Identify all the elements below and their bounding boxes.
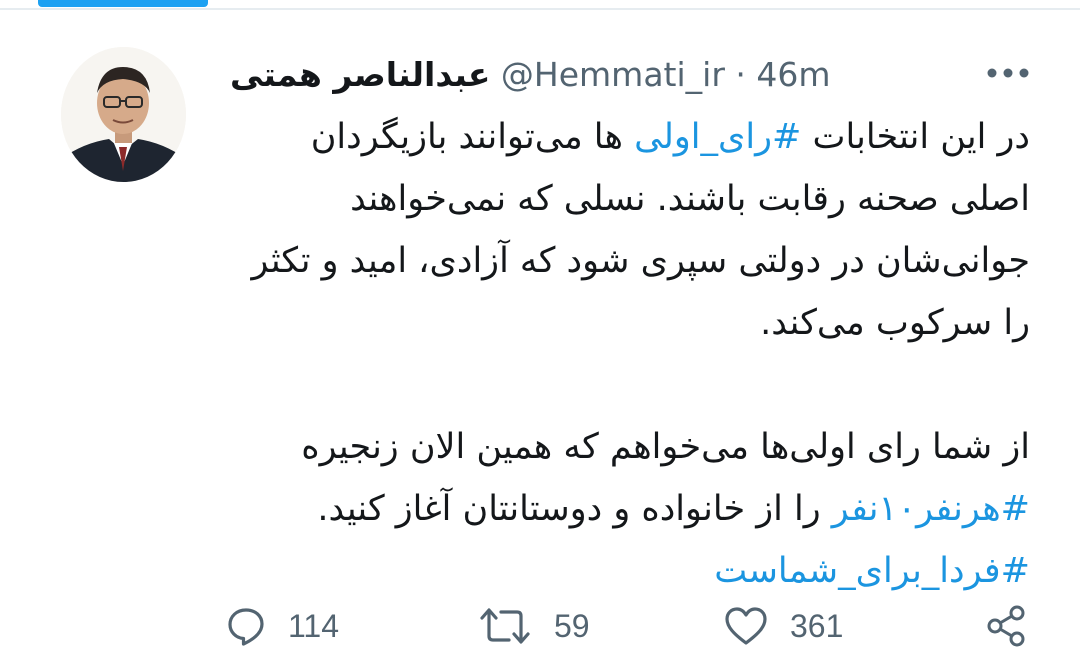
like-button[interactable]: 361 [724, 596, 843, 656]
tweet-actions: 114 59 361 [0, 596, 1080, 656]
more-button[interactable] [985, 62, 1031, 84]
top-divider [0, 8, 1080, 10]
tweet-line: را سرکوب می‌کند. [760, 303, 1030, 343]
avatar[interactable] [61, 47, 186, 182]
retweet-count: 59 [554, 607, 590, 644]
hashtag-link[interactable]: #رای_اولی [634, 117, 801, 157]
retweet-icon [480, 608, 530, 644]
tweet-text-segment: ها می‌توانند بازیگردان [310, 117, 635, 157]
reply-count: 114 [288, 607, 340, 644]
like-count: 361 [790, 607, 844, 644]
tweet-line: اصلی صحنه رقابت باشند. نسلی که نمی‌خواهن… [350, 179, 1030, 219]
reply-icon [228, 608, 264, 646]
author-name[interactable]: عبدالناصر همتی [230, 55, 490, 94]
tweet-time[interactable]: 46m [756, 55, 830, 94]
tweet-text-segment: را از خانواده و دوستانتان آغاز کنید. [317, 489, 832, 529]
tweet-line: جوانی‌شان در دولتی سپری شود که آزادی، ام… [251, 241, 1030, 281]
heart-icon [725, 607, 767, 645]
share-button[interactable] [984, 596, 1028, 656]
tweet-line: از شما رای اولی‌ها می‌خواهم که همین الان… [301, 427, 1030, 467]
profile-photo [61, 47, 186, 182]
retweet-button[interactable]: 59 [478, 596, 590, 656]
tweet-line: در این انتخابات #رای_اولی ها می‌توانند ب… [230, 106, 1030, 168]
meta-separator: · [735, 55, 746, 94]
author-handle[interactable]: @Hemmati_ir [501, 55, 725, 94]
tweet-text-segment: در این انتخابات [801, 117, 1031, 157]
reply-button[interactable]: 114 [226, 596, 339, 656]
tweet-line: #فردا_برای_شماست [230, 540, 1030, 602]
tweet-line: #هرنفر۱۰نفر را از خانواده و دوستانتان آغ… [230, 478, 1030, 540]
share-icon [987, 605, 1025, 647]
hashtag-link[interactable]: #هرنفر۱۰نفر [832, 489, 1030, 529]
more-dots-icon [987, 68, 1029, 78]
tweet-text: در این انتخابات #رای_اولی ها می‌توانند ب… [230, 106, 1030, 602]
tweet-meta: عبدالناصر همتی @Hemmati_ir · 46m [230, 50, 850, 100]
hashtag-link[interactable]: #فردا_برای_شماست [714, 551, 1030, 591]
top-tab-indicator [38, 0, 208, 7]
